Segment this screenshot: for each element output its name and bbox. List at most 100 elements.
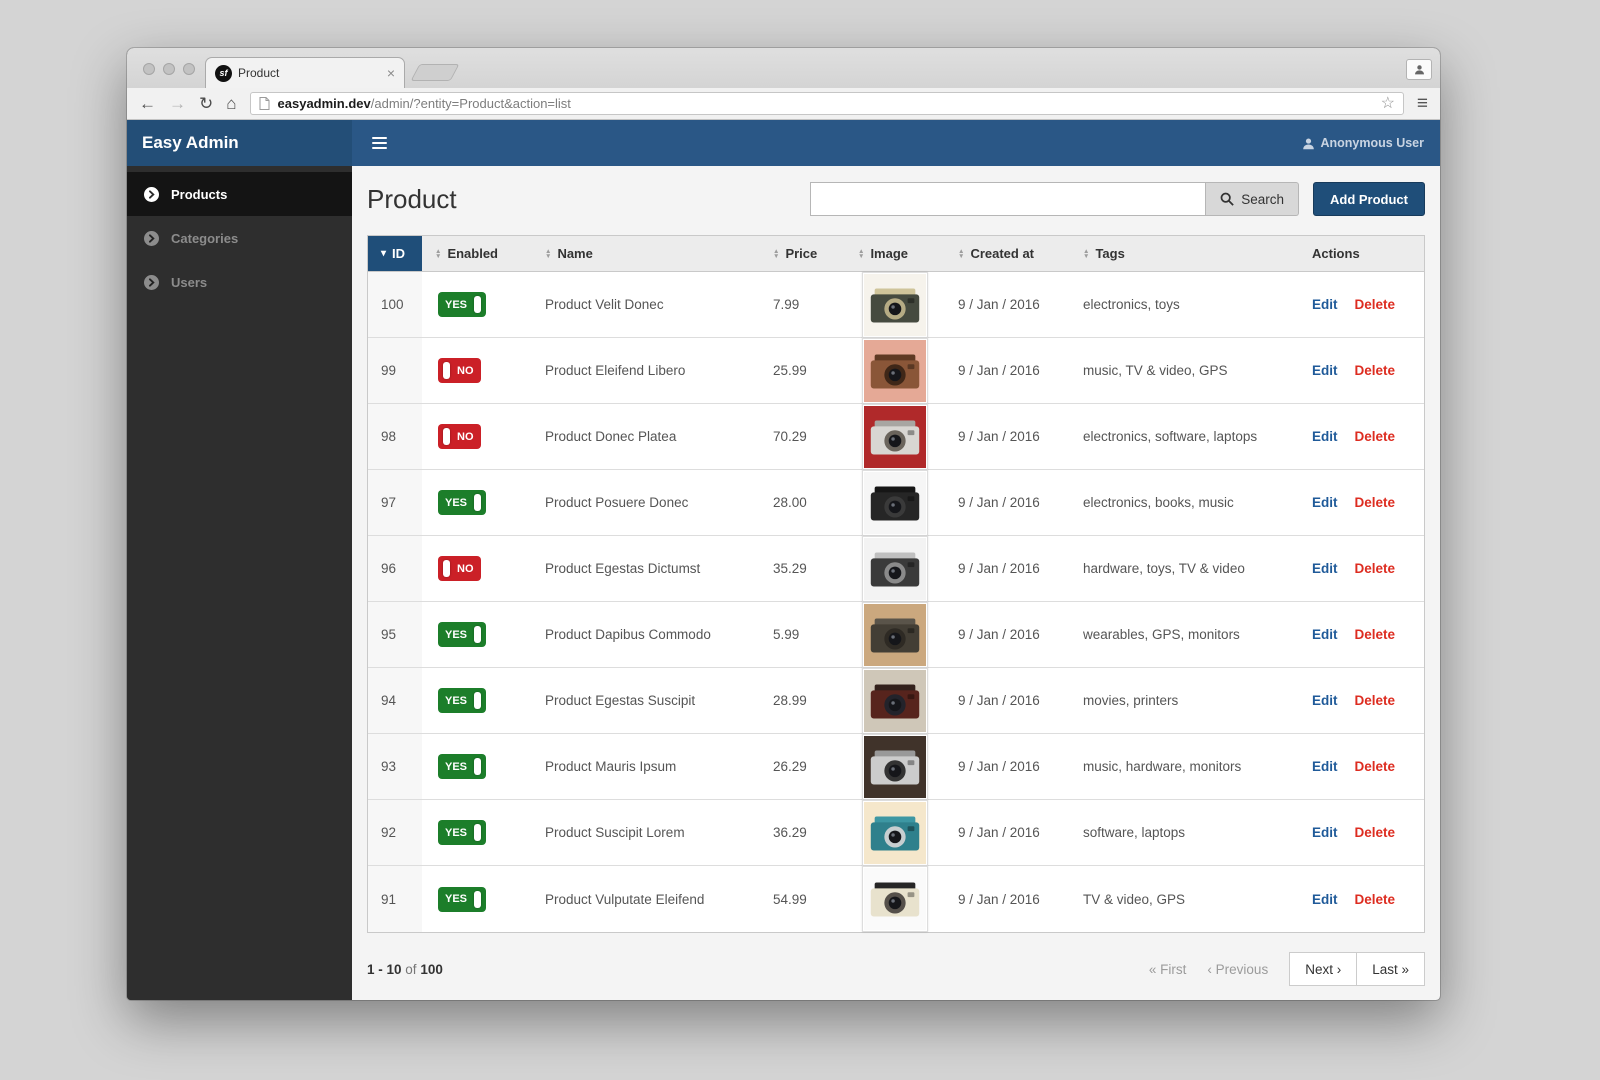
browser-profile-button[interactable] bbox=[1406, 59, 1432, 80]
cell-name: Product Donec Platea bbox=[545, 429, 677, 444]
table-row[interactable]: 96 NO Product Egestas Dictumst 35.29 9 /… bbox=[368, 535, 1424, 602]
add-product-button[interactable]: Add Product bbox=[1313, 182, 1425, 216]
cell-id: 94 bbox=[368, 668, 422, 733]
delete-link[interactable]: Delete bbox=[1355, 363, 1396, 378]
table-row[interactable]: 95 YES Product Dapibus Commodo 5.99 9 / … bbox=[368, 601, 1424, 668]
user-menu[interactable]: Anonymous User bbox=[1302, 136, 1424, 150]
browser-window: sf Product × ← → ↻ ⌂ easyadmin.dev/admin… bbox=[127, 48, 1440, 1000]
product-image bbox=[862, 337, 928, 404]
browser-menu-icon[interactable]: ≡ bbox=[1417, 94, 1428, 113]
cell-created-at: 9 / Jan / 2016 bbox=[958, 495, 1040, 510]
table-row[interactable]: 91 YES Product Vulputate Eleifend 54.99 bbox=[368, 866, 1424, 932]
browser-tab[interactable]: sf Product × bbox=[205, 57, 405, 88]
cell-image bbox=[845, 733, 945, 800]
product-image bbox=[862, 866, 928, 932]
delete-link[interactable]: Delete bbox=[1355, 429, 1396, 444]
cell-created-at: 9 / Jan / 2016 bbox=[958, 429, 1040, 444]
enabled-toggle[interactable]: YES bbox=[438, 820, 487, 845]
forward-icon[interactable]: → bbox=[169, 95, 186, 112]
cell-image bbox=[845, 866, 945, 932]
column-header-price[interactable]: ▲ ▼ Price bbox=[760, 236, 845, 271]
delete-link[interactable]: Delete bbox=[1355, 561, 1396, 576]
delete-link[interactable]: Delete bbox=[1355, 495, 1396, 510]
enabled-toggle[interactable]: NO bbox=[438, 556, 481, 581]
edit-link[interactable]: Edit bbox=[1312, 429, 1338, 444]
enabled-toggle[interactable]: YES bbox=[438, 292, 487, 317]
table-row[interactable]: 97 YES Product Posuere Donec 28.00 9 / J… bbox=[368, 469, 1424, 536]
delete-link[interactable]: Delete bbox=[1355, 759, 1396, 774]
address-bar[interactable]: easyadmin.dev/admin/?entity=Product&acti… bbox=[249, 92, 1404, 115]
column-header-tags[interactable]: ▲ ▼ Tags bbox=[1070, 236, 1299, 271]
column-label: Tags bbox=[1095, 246, 1125, 261]
cell-tags: movies, printers bbox=[1083, 693, 1179, 708]
cell-tags: electronics, toys bbox=[1083, 297, 1180, 312]
back-icon[interactable]: ← bbox=[139, 95, 156, 112]
close-window-button[interactable] bbox=[143, 63, 155, 75]
table-row[interactable]: 100 YES Product Velit Donec 7.99 9 / Jan… bbox=[368, 271, 1424, 338]
brand-title[interactable]: Easy Admin bbox=[127, 120, 352, 166]
edit-link[interactable]: Edit bbox=[1312, 363, 1338, 378]
new-tab-button[interactable] bbox=[410, 64, 460, 81]
edit-link[interactable]: Edit bbox=[1312, 495, 1338, 510]
search-button[interactable]: Search bbox=[1206, 182, 1299, 216]
table-row[interactable]: 99 NO Product Eleifend Libero 25.99 9 / … bbox=[368, 337, 1424, 404]
edit-link[interactable]: Edit bbox=[1312, 759, 1338, 774]
last-page-button[interactable]: Last » bbox=[1357, 952, 1425, 986]
cell-actions: Edit Delete bbox=[1299, 627, 1424, 642]
sidebar-item-products[interactable]: Products bbox=[127, 172, 352, 216]
enabled-toggle[interactable]: YES bbox=[438, 490, 487, 515]
first-page-link[interactable]: « First bbox=[1149, 962, 1187, 977]
sidebar-toggle-icon[interactable] bbox=[372, 134, 387, 152]
home-icon[interactable]: ⌂ bbox=[226, 95, 236, 112]
sidebar-item-users[interactable]: Users bbox=[127, 260, 352, 304]
column-header-enabled[interactable]: ▲ ▼ Enabled bbox=[422, 236, 532, 271]
delete-link[interactable]: Delete bbox=[1355, 892, 1396, 907]
cell-price: 25.99 bbox=[773, 363, 807, 378]
cell-price: 5.99 bbox=[773, 627, 800, 642]
enabled-toggle[interactable]: YES bbox=[438, 622, 487, 647]
previous-page-link[interactable]: ‹ Previous bbox=[1207, 962, 1268, 977]
table-row[interactable]: 94 YES Product Egestas Suscipit 28.99 9 … bbox=[368, 667, 1424, 734]
table-row[interactable]: 92 YES Product Suscipit Lorem 36.29 9 / … bbox=[368, 799, 1424, 866]
enabled-toggle[interactable]: YES bbox=[438, 754, 487, 779]
maximize-window-button[interactable] bbox=[183, 63, 195, 75]
edit-link[interactable]: Edit bbox=[1312, 892, 1338, 907]
delete-link[interactable]: Delete bbox=[1355, 693, 1396, 708]
product-image bbox=[862, 469, 928, 536]
column-label: Name bbox=[557, 246, 593, 261]
list-controls: Search Add Product bbox=[810, 182, 1425, 216]
delete-link[interactable]: Delete bbox=[1355, 825, 1396, 840]
bookmark-star-icon[interactable]: ☆ bbox=[1381, 95, 1395, 112]
column-header-image[interactable]: ▲ ▼ Image bbox=[845, 236, 945, 271]
tab-close-icon[interactable]: × bbox=[387, 66, 395, 80]
column-header-id[interactable]: ▾ ID bbox=[368, 236, 422, 271]
cell-image bbox=[845, 469, 945, 536]
column-header-name[interactable]: ▲ ▼ Name bbox=[532, 236, 760, 271]
cell-enabled: YES bbox=[422, 490, 532, 515]
range-of: of bbox=[405, 961, 417, 977]
cell-enabled: YES bbox=[422, 688, 532, 713]
sidebar-item-categories[interactable]: Categories bbox=[127, 216, 352, 260]
edit-link[interactable]: Edit bbox=[1312, 693, 1338, 708]
edit-link[interactable]: Edit bbox=[1312, 297, 1338, 312]
enabled-toggle[interactable]: YES bbox=[438, 886, 487, 912]
delete-link[interactable]: Delete bbox=[1355, 627, 1396, 642]
search-input[interactable] bbox=[810, 182, 1207, 216]
cell-actions: Edit Delete bbox=[1299, 363, 1424, 378]
sidebar: Products Categories Users bbox=[127, 166, 352, 1000]
cell-price: 35.29 bbox=[773, 561, 807, 576]
next-page-button[interactable]: Next › bbox=[1289, 952, 1358, 986]
minimize-window-button[interactable] bbox=[163, 63, 175, 75]
delete-link[interactable]: Delete bbox=[1355, 297, 1396, 312]
edit-link[interactable]: Edit bbox=[1312, 825, 1338, 840]
cell-actions: Edit Delete bbox=[1299, 429, 1424, 444]
enabled-toggle[interactable]: NO bbox=[438, 424, 481, 449]
table-row[interactable]: 98 NO Product Donec Platea 70.29 9 / Jan… bbox=[368, 403, 1424, 470]
enabled-toggle[interactable]: YES bbox=[438, 688, 487, 713]
table-row[interactable]: 93 YES Product Mauris Ipsum 26.29 9 / Ja… bbox=[368, 733, 1424, 800]
edit-link[interactable]: Edit bbox=[1312, 561, 1338, 576]
column-header-created-at[interactable]: ▲ ▼ Created at bbox=[945, 236, 1070, 271]
edit-link[interactable]: Edit bbox=[1312, 627, 1338, 642]
enabled-toggle[interactable]: NO bbox=[438, 358, 481, 383]
reload-icon[interactable]: ↻ bbox=[199, 95, 213, 112]
